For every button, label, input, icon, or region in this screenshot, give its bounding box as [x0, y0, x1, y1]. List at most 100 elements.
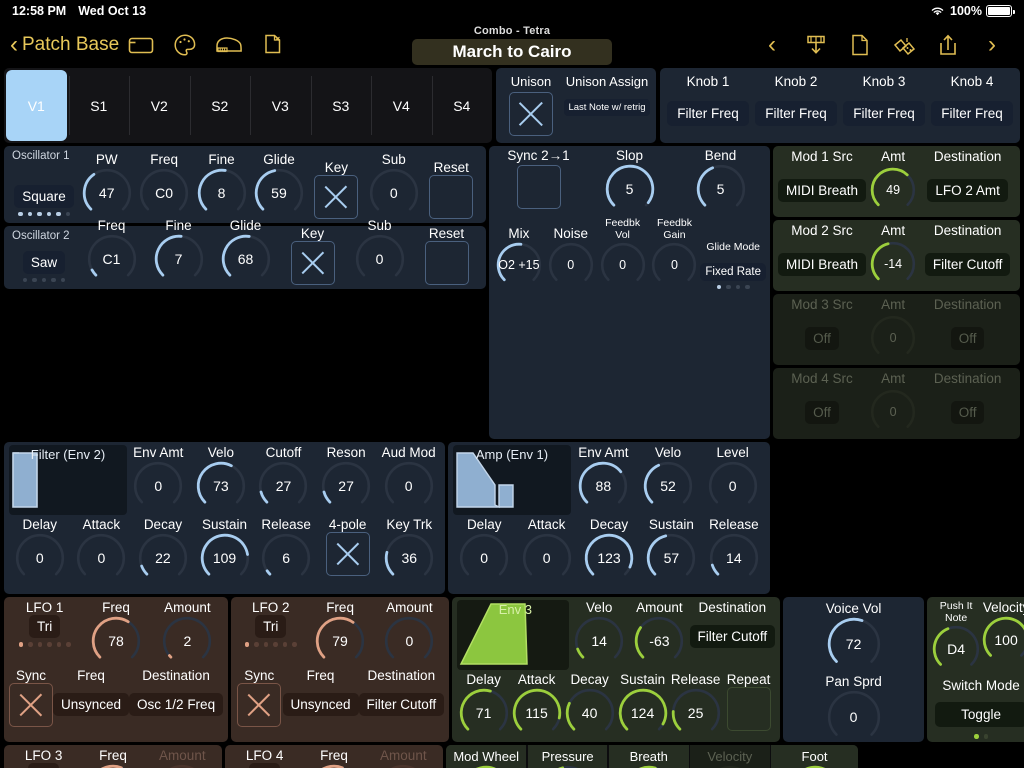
knob-mod-amt[interactable]: 0: [869, 314, 917, 362]
toggle-reset[interactable]: [429, 175, 474, 219]
knob-assign-value[interactable]: Filter Freq: [843, 101, 925, 126]
knob-noise[interactable]: 0: [547, 241, 595, 289]
knob-key-trk[interactable]: 36: [383, 532, 435, 584]
knob-velo[interactable]: 52: [642, 460, 694, 512]
knob-mod-amt[interactable]: 49: [869, 166, 917, 214]
knob-feedbk-gain[interactable]: 0: [650, 241, 698, 289]
knob-mod-wheel[interactable]: 76: [460, 764, 512, 768]
lfo-shape-value[interactable]: Tri: [249, 763, 281, 768]
knob-lfo-amount[interactable]: 0: [383, 615, 435, 667]
knob-lfo-amount[interactable]: 2: [161, 615, 213, 667]
knob-foot[interactable]: 75: [789, 764, 841, 768]
knob-attack[interactable]: 115: [511, 687, 563, 739]
lfo-shape-value[interactable]: Tri: [29, 615, 61, 638]
lfo-destination-value[interactable]: Osc 1/2 Freq: [129, 693, 224, 716]
env3-repeat-toggle[interactable]: [726, 687, 771, 731]
knob-pressure[interactable]: 16: [542, 764, 594, 768]
knob-fine[interactable]: 7: [153, 233, 205, 285]
mod-dest-value[interactable]: Off: [950, 326, 985, 350]
knob-pan-spread[interactable]: 0: [826, 689, 882, 745]
mod-src-value[interactable]: MIDI Breath: [778, 252, 867, 276]
copy-document-icon[interactable]: [251, 28, 295, 62]
knob-level[interactable]: 0: [707, 460, 759, 512]
knob-velocity[interactable]: 0: [704, 764, 756, 768]
knob-pw[interactable]: 47: [81, 167, 133, 219]
mod-dest-value[interactable]: Filter Cutoff: [924, 252, 1011, 276]
knob-lfo-freq[interactable]: 79: [314, 615, 366, 667]
knob-sub[interactable]: 0: [354, 233, 406, 285]
switch-mode-value[interactable]: Toggle: [935, 702, 1024, 727]
knob-cutoff[interactable]: 27: [257, 460, 309, 512]
folder-icon[interactable]: [119, 28, 163, 62]
download-icon[interactable]: [794, 28, 838, 62]
knob-release[interactable]: 14: [708, 532, 760, 584]
knob-env-amt[interactable]: 0: [132, 460, 184, 512]
knob-fine[interactable]: 8: [196, 167, 248, 219]
knob-delay[interactable]: 71: [458, 687, 510, 739]
knob-amount[interactable]: -63: [633, 615, 685, 667]
knob-mod-amt[interactable]: 0: [869, 388, 917, 436]
lfo-shape-value[interactable]: Tri: [28, 763, 60, 768]
knob-assign-value[interactable]: Filter Freq: [667, 101, 749, 126]
mod-src-value[interactable]: Off: [805, 400, 839, 424]
patch-name-button[interactable]: March to Cairo: [412, 39, 612, 65]
knob-mix[interactable]: O2 +15: [495, 241, 543, 289]
tab-s4[interactable]: S4: [431, 68, 493, 143]
knob-glide[interactable]: 68: [220, 233, 272, 285]
knob-decay[interactable]: 123: [583, 532, 635, 584]
knob-sustain[interactable]: 109: [199, 532, 251, 584]
knob-slop[interactable]: 5: [604, 163, 656, 215]
mod-dest-value[interactable]: LFO 2 Amt: [927, 178, 1008, 202]
lfo-sync-rate-value[interactable]: Unsynced: [282, 693, 359, 716]
tab-s1[interactable]: S1: [68, 68, 130, 143]
knob-env-amt[interactable]: 88: [577, 460, 629, 512]
lfo-sync-rate-value[interactable]: Unsynced: [53, 693, 130, 716]
knob-release[interactable]: 6: [260, 532, 312, 584]
knob-lfo-freq[interactable]: 72: [87, 763, 139, 768]
knob-push-it-note[interactable]: D4: [931, 624, 981, 674]
lfo-destination-value[interactable]: Filter Cutoff: [358, 693, 445, 716]
knob-velo[interactable]: 73: [195, 460, 247, 512]
toggle-reset[interactable]: [424, 241, 469, 285]
knob-lfo-amount[interactable]: 0: [156, 763, 208, 768]
knob-feedbk-vol[interactable]: 0: [599, 241, 647, 289]
lfo-sync-toggle[interactable]: [9, 683, 53, 727]
dice-randomize-icon[interactable]: [882, 28, 926, 62]
knob-voice-volume[interactable]: 72: [826, 616, 882, 672]
share-icon[interactable]: [926, 28, 970, 62]
knob-attack[interactable]: 0: [521, 532, 573, 584]
sync-toggle[interactable]: [516, 165, 561, 209]
chevron-left-icon[interactable]: ‹: [750, 28, 794, 62]
knob-release[interactable]: 25: [670, 687, 722, 739]
knob-breath[interactable]: 40: [623, 764, 675, 768]
tab-v2[interactable]: V2: [129, 68, 190, 143]
new-document-icon[interactable]: [838, 28, 882, 62]
mod-src-value[interactable]: Off: [805, 326, 839, 350]
knob-velo[interactable]: 14: [573, 615, 625, 667]
knob-delay[interactable]: 0: [458, 532, 510, 584]
knob-mod-amt[interactable]: -14: [869, 240, 917, 288]
knob-glide[interactable]: 59: [253, 167, 305, 219]
knob-sustain[interactable]: 124: [617, 687, 669, 739]
knob-assign-value[interactable]: Filter Freq: [931, 101, 1013, 126]
lfo-sync-toggle[interactable]: [237, 683, 282, 727]
knob-freq[interactable]: C1: [86, 233, 138, 285]
unison-assign-value[interactable]: Last Note w/ retrig: [564, 99, 650, 116]
unison-toggle[interactable]: [509, 92, 553, 136]
knob-delay[interactable]: 0: [14, 532, 66, 584]
knob-sustain[interactable]: 57: [645, 532, 697, 584]
waveform-value[interactable]: Square: [14, 184, 74, 208]
knob-lfo-freq[interactable]: 72: [308, 763, 360, 768]
tab-v4[interactable]: V4: [371, 68, 432, 143]
knob-assign-value[interactable]: Filter Freq: [755, 101, 837, 126]
tab-v3[interactable]: V3: [250, 68, 311, 143]
knob-reson[interactable]: 27: [320, 460, 372, 512]
toggle-key[interactable]: [290, 241, 335, 285]
waveform-value[interactable]: Saw: [22, 250, 66, 274]
toggle-key[interactable]: [314, 175, 359, 219]
tab-s2[interactable]: S2: [189, 68, 251, 143]
knob-decay[interactable]: 22: [137, 532, 189, 584]
back-button[interactable]: ‹ Patch Base: [10, 33, 119, 57]
lfo-shape-value[interactable]: Tri: [255, 615, 287, 638]
tab-v1[interactable]: V1: [6, 70, 67, 141]
